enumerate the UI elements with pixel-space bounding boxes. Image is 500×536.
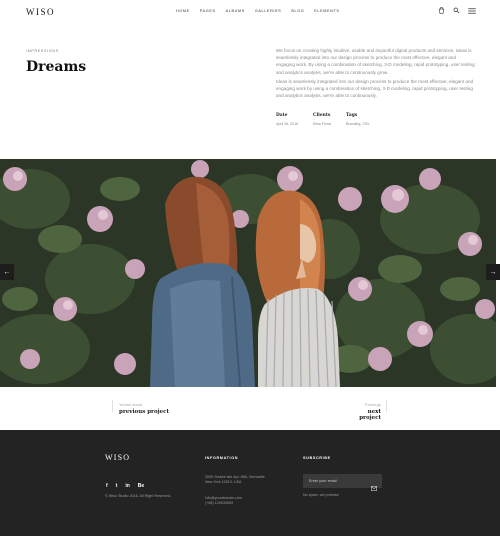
hero-photo [0,159,496,387]
next-project-label: next project [359,409,381,421]
divider [112,400,113,412]
twitter-icon[interactable]: t [116,483,118,489]
footer-logo[interactable]: WISO [105,453,130,462]
meta-clients-label: Clients [313,113,331,118]
meta-date-value: April 26, 2016 [276,122,299,126]
nav-item-albums[interactable]: ALBUMS [226,9,245,13]
site-footer: WISO f t in Be © Wiso Studio 2016. All R… [0,430,500,536]
meta-tags-label: Tags [346,113,358,118]
contact-block: info@yourdomain.com (+68) 120034509 [205,496,242,506]
subscribe-heading: SUBSCRIBE [303,456,331,460]
subscribe-form [303,474,382,491]
nav-item-galleries[interactable]: GALLERIES [255,9,282,13]
main-nav: HOME PAGES ALBUMS GALLERIES BLOG ELEMENT… [176,9,340,13]
behance-icon[interactable]: Be [138,483,144,489]
site-logo[interactable]: WISO [26,7,55,17]
meta-tags-value: Branding, CRL [346,122,370,126]
cart-icon[interactable] [438,7,445,14]
instagram-icon[interactable]: in [125,483,129,489]
page-title: Dreams [26,59,87,75]
divider [386,400,387,412]
information-heading: INFORMATION [205,456,239,460]
description-paragraph-1: We focus on creating highly intuitive, u… [276,48,475,75]
site-header: WISO HOME PAGES ALBUMS GALLERIES BLOG EL… [0,0,500,24]
spam-note: No spam, we promise [303,493,339,497]
meta-date-label: Date [276,113,288,118]
previous-project-link[interactable]: Yellow mood previous project [119,403,169,415]
section-eyebrow: IMPRESSIONS [26,49,59,53]
slider-prev-arrow[interactable]: ← [0,264,14,280]
send-mail-icon[interactable] [371,478,377,496]
previous-project-name: Yellow mood [119,403,143,407]
meta-clients-value: Mina Fiona [313,122,331,126]
copyright-text: © Wiso Studio 2016. All Right Reserved. [105,494,172,498]
search-icon[interactable] [453,7,460,14]
meta-tags: Tags Branding, CRL [346,113,370,126]
next-project-link[interactable]: Feelings next project [350,403,381,421]
address-block: 2000 Stokes Isle Apt. 896, Vernaville Ne… [205,475,265,485]
nav-item-pages[interactable]: PAGES [200,9,216,13]
next-project-name: Feelings [365,403,381,407]
nav-item-elements[interactable]: ELEMENTS [314,9,339,13]
description-paragraph-2: Ideas is seamlessly integrated into our … [276,79,474,99]
previous-project-label: previous project [119,409,169,415]
address-line-2: New York 10010, USA [205,480,242,485]
contact-phone: (+68) 120034509 [205,501,234,506]
slider-next-arrow[interactable]: → [486,264,500,280]
header-icons [438,7,476,14]
social-links: f t in Be [106,483,144,489]
facebook-icon[interactable]: f [106,483,108,489]
nav-item-home[interactable]: HOME [176,9,190,13]
nav-item-blog[interactable]: BLOG [291,9,304,13]
meta-date: Date April 26, 2016 [276,113,298,126]
subscribe-email-input[interactable] [309,477,367,485]
menu-icon[interactable] [468,7,476,14]
meta-clients: Clients Mina Fiona [313,113,331,126]
